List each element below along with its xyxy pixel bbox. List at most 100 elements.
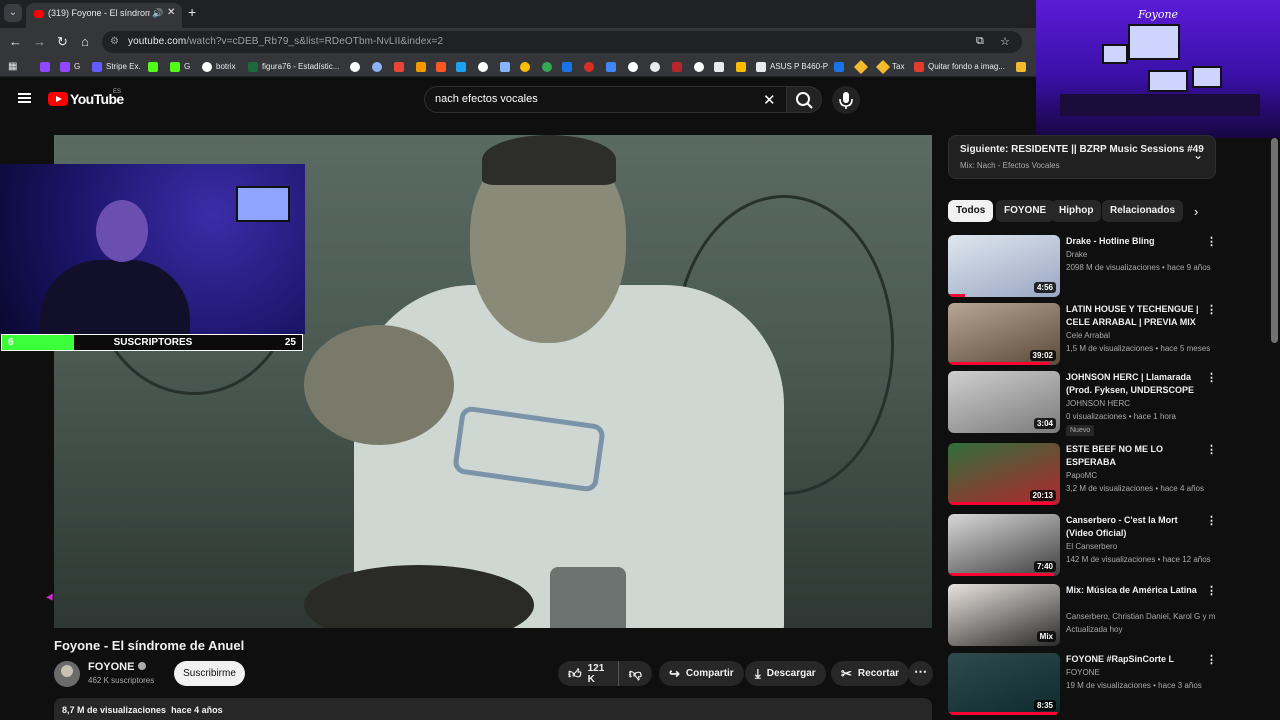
related-video-item[interactable]: 39:02 LATIN HOUSE Y TECHENGUE | CELE ARRA… bbox=[948, 303, 1248, 367]
related-video-channel[interactable]: Cele Arrabal bbox=[1066, 331, 1216, 340]
bookmark-2[interactable]: Stripe Ex. bbox=[92, 60, 141, 73]
bookmark-8[interactable]: Tax bbox=[875, 59, 904, 74]
bookmark-o[interactable] bbox=[694, 60, 708, 73]
bookmark-k[interactable] bbox=[584, 60, 598, 73]
up-next-panel[interactable]: Siguiente: RESIDENTE || BZRP Music Sessi… bbox=[948, 135, 1216, 179]
more-options-icon[interactable]: ⋮ bbox=[1206, 584, 1217, 597]
more-options-icon[interactable]: ⋮ bbox=[1206, 303, 1217, 316]
related-video-item[interactable]: 3:04 JOHNSON HERC | Llamarada (Prod. Fyks… bbox=[948, 371, 1248, 436]
speaker-icon[interactable]: 🔊 bbox=[152, 8, 163, 19]
voice-search-button[interactable] bbox=[832, 86, 860, 114]
bookmark-g[interactable] bbox=[500, 60, 514, 73]
bookmark-1[interactable]: G bbox=[60, 60, 80, 73]
related-video-title[interactable]: FOYONE #RapSinCorte L bbox=[1066, 653, 1202, 666]
bookmark-i[interactable] bbox=[542, 60, 556, 73]
bookmark-l[interactable] bbox=[606, 60, 620, 73]
related-video-channel[interactable]: El Canserbero bbox=[1066, 542, 1216, 551]
bookmark-q[interactable] bbox=[736, 60, 750, 73]
bookmark-6[interactable]: figura76 - Estadístic... bbox=[248, 60, 339, 73]
chevron-down-icon[interactable]: ⌄ bbox=[1193, 148, 1203, 162]
bookmark-a[interactable] bbox=[372, 60, 386, 73]
menu-icon[interactable] bbox=[18, 93, 31, 103]
related-video-title[interactable]: JOHNSON HERC | Llamarada (Prod. Fyksen, … bbox=[1066, 371, 1202, 397]
scrollbar[interactable] bbox=[1271, 138, 1278, 343]
more-options-icon[interactable]: ⋮ bbox=[1206, 514, 1217, 527]
forward-icon[interactable]: → bbox=[33, 34, 46, 49]
related-video-title[interactable]: Canserbero - C'est la Mort (Video Oficia… bbox=[1066, 514, 1202, 540]
share-button[interactable]: ↪ Compartir bbox=[659, 661, 744, 686]
bookmark-0[interactable] bbox=[40, 60, 54, 73]
dislike-button[interactable]: 👎︎ bbox=[619, 661, 652, 686]
chip-relacionados[interactable]: Relacionados bbox=[1102, 200, 1184, 222]
video-thumbnail[interactable]: 39:02 bbox=[948, 303, 1060, 365]
search-button[interactable] bbox=[786, 86, 822, 113]
more-options-icon[interactable]: ⋮ bbox=[1206, 371, 1217, 384]
bookmark-j[interactable] bbox=[562, 60, 576, 73]
related-video-channel[interactable]: PapoMC bbox=[1066, 471, 1216, 480]
clip-button[interactable]: ✂ Recortar bbox=[831, 661, 910, 686]
more-options-icon[interactable]: ⋮ bbox=[1206, 235, 1217, 248]
video-thumbnail[interactable]: 4:56 bbox=[948, 235, 1060, 297]
tab-search-button[interactable]: ⌄ bbox=[4, 4, 22, 22]
apps-grid-icon[interactable]: ▦ bbox=[8, 60, 17, 73]
video-thumbnail[interactable]: 20:13 bbox=[948, 443, 1060, 505]
video-thumbnail[interactable]: 3:04 bbox=[948, 371, 1060, 433]
bookmark-9[interactable]: Quitar fondo a imag... bbox=[914, 60, 1005, 73]
bookmark-c[interactable] bbox=[416, 60, 430, 73]
related-video-channel[interactable]: FOYONE bbox=[1066, 668, 1216, 677]
more-actions-icon[interactable]: ⋯ bbox=[908, 661, 933, 686]
more-options-icon[interactable]: ⋮ bbox=[1206, 653, 1217, 666]
bookmark-p[interactable] bbox=[714, 60, 728, 73]
video-thumbnail[interactable]: Mix bbox=[948, 584, 1060, 646]
bookmark-github[interactable] bbox=[650, 60, 664, 73]
like-button[interactable]: 👍︎ 121 K bbox=[558, 661, 619, 686]
bookmark-star-icon[interactable]: ☆ bbox=[1000, 35, 1010, 48]
bookmark-f[interactable] bbox=[478, 60, 492, 73]
bookmark-5[interactable]: botrix bbox=[202, 60, 236, 73]
related-video-channel[interactable]: Canserbero, Christian Daniel, Karol G y … bbox=[1066, 612, 1216, 621]
bookmark-e[interactable] bbox=[456, 60, 470, 73]
address-bar[interactable]: ⚙ youtube.com/watch?v=cDEB_Rb79_s&list=R… bbox=[102, 31, 1022, 53]
url-text[interactable]: youtube.com/watch?v=cDEB_Rb79_s&list=RDe… bbox=[128, 36, 443, 47]
bookmark-7[interactable]: ASUS P B460-P bbox=[756, 60, 828, 73]
related-video-title[interactable]: Mix: Música de América Latina bbox=[1066, 584, 1202, 597]
video-thumbnail[interactable]: 7:40 bbox=[948, 514, 1060, 576]
video-thumbnail[interactable]: 8:35 bbox=[948, 653, 1060, 715]
related-video-channel[interactable]: Drake bbox=[1066, 250, 1216, 259]
bookmark-4[interactable]: G bbox=[170, 60, 190, 73]
youtube-logo-icon[interactable] bbox=[48, 92, 68, 106]
related-video-title[interactable]: Drake - Hotline Bling bbox=[1066, 235, 1202, 248]
active-tab[interactable]: (319) Foyone - El síndrome 🔊 ✕ bbox=[26, 3, 182, 28]
subscribe-button[interactable]: Suscribirme bbox=[174, 661, 245, 686]
bookmark-google[interactable] bbox=[350, 60, 364, 73]
bookmark-t[interactable] bbox=[1016, 60, 1030, 73]
new-tab-button[interactable]: + bbox=[188, 4, 196, 20]
bookmark-n[interactable] bbox=[672, 60, 686, 73]
chevron-right-icon[interactable]: › bbox=[1194, 204, 1198, 219]
related-video-item[interactable]: 8:35 FOYONE #RapSinCorte L FOYONE 19 M de v… bbox=[948, 653, 1248, 717]
related-video-item[interactable]: 20:13 ESTE BEEF NO ME LO ESPERABA PapoMC 3,… bbox=[948, 443, 1248, 507]
bookmark-d[interactable] bbox=[436, 60, 450, 73]
home-icon[interactable]: ⌂ bbox=[81, 34, 89, 49]
channel-avatar[interactable] bbox=[54, 661, 80, 687]
bookmark-r[interactable] bbox=[834, 60, 848, 73]
reload-icon[interactable]: ↻ bbox=[57, 34, 68, 50]
more-options-icon[interactable]: ⋮ bbox=[1206, 443, 1217, 456]
site-info-icon[interactable]: ⚙ bbox=[110, 36, 119, 47]
channel-name[interactable]: FOYONE bbox=[88, 661, 147, 673]
bookmark-m[interactable] bbox=[628, 60, 642, 73]
bookmark-b[interactable] bbox=[394, 60, 408, 73]
chip-hiphop[interactable]: Hiphop bbox=[1051, 200, 1102, 222]
search-input[interactable]: nach efectos vocales ✕ bbox=[424, 86, 786, 113]
bookmark-s[interactable] bbox=[853, 59, 870, 74]
install-app-icon[interactable]: ⧉ bbox=[976, 35, 984, 48]
related-video-channel[interactable]: JOHNSON HERC bbox=[1066, 399, 1216, 408]
related-video-title[interactable]: ESTE BEEF NO ME LO ESPERABA bbox=[1066, 443, 1202, 469]
clear-search-icon[interactable]: ✕ bbox=[763, 91, 776, 109]
related-video-item[interactable]: Mix Mix: Música de América Latina Canserbe… bbox=[948, 584, 1248, 648]
description-box[interactable]: 8,7 M de visualizaciones hace 4 años bbox=[54, 698, 932, 720]
tab-close-icon[interactable]: ✕ bbox=[167, 7, 175, 18]
chip-foyone[interactable]: FOYONE bbox=[996, 200, 1055, 222]
bookmark-3[interactable] bbox=[148, 60, 162, 73]
related-video-item[interactable]: 4:56 Drake - Hotline Bling Drake 2098 M de … bbox=[948, 235, 1248, 299]
